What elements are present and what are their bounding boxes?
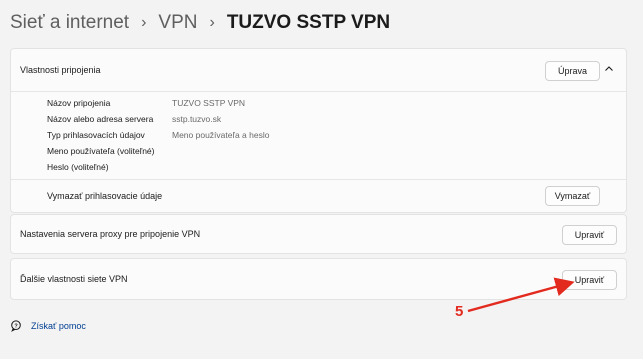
help-icon: ?: [11, 320, 21, 332]
proxy-settings-label: Nastavenia servera proxy pre pripojenie …: [20, 229, 201, 239]
connection-properties-card: Vlastnosti pripojenia Úprava Názov pripo…: [10, 48, 627, 213]
annotation-number: 5: [455, 303, 464, 320]
property-value: Meno používateľa a heslo: [172, 130, 270, 140]
edit-button[interactable]: Úprava: [545, 61, 600, 81]
breadcrumb-separator: ›: [209, 14, 215, 31]
clear-credentials-button[interactable]: Vymazať: [545, 186, 600, 206]
proxy-settings-card: Nastavenia servera proxy pre pripojenie …: [10, 214, 627, 254]
clear-credentials-label: Vymazať prihlasovacie údaje: [47, 191, 163, 201]
property-row: Názov pripojenia TUZVO SSTP VPN: [47, 98, 245, 108]
property-label: Názov pripojenia: [47, 98, 111, 108]
breadcrumb-network[interactable]: Sieť a internet: [10, 12, 129, 34]
property-row: Typ prihlasovacích údajov Meno používateľ…: [47, 130, 269, 140]
get-help-label[interactable]: Získať pomoc: [31, 321, 86, 331]
svg-text:?: ?: [14, 323, 18, 329]
clear-credentials-row: Vymazať prihlasovacie údaje Vymazať: [11, 180, 626, 212]
property-row: Meno používateľa (voliteľné): [47, 146, 172, 156]
more-vpn-properties-label: Ďalšie vlastnosti siete VPN: [20, 274, 128, 284]
breadcrumb-separator: ›: [141, 14, 147, 31]
connection-properties-title: Vlastnosti pripojenia: [20, 65, 101, 75]
proxy-edit-button[interactable]: Upraviť: [562, 225, 617, 245]
page-title: TUZVO SSTP VPN: [226, 12, 391, 33]
connection-properties-details: Názov pripojenia TUZVO SSTP VPN Názov ale…: [11, 92, 626, 180]
property-label: Názov alebo adresa servera: [47, 114, 154, 124]
property-label: Typ prihlasovacích údajov: [47, 130, 145, 140]
get-help-link[interactable]: ? Získať pomoc: [10, 320, 86, 332]
property-label: Meno používateľa (voliteľné): [47, 146, 155, 156]
breadcrumb: Sieť a internet › VPN › TUZVO SSTP VPN: [10, 12, 390, 34]
annotation-arrow: [467, 277, 575, 313]
property-value: TUZVO SSTP VPN: [172, 98, 246, 108]
property-value: sstp.tuzvo.sk: [172, 114, 222, 124]
property-row: Názov alebo adresa servera sstp.tuzvo.sk: [47, 114, 221, 124]
breadcrumb-vpn[interactable]: VPN: [158, 12, 197, 34]
property-label: Heslo (voliteľné): [47, 162, 109, 172]
property-row: Heslo (voliteľné): [47, 162, 172, 172]
connection-properties-header[interactable]: Vlastnosti pripojenia Úprava: [11, 49, 626, 92]
chevron-up-icon[interactable]: [604, 64, 614, 74]
